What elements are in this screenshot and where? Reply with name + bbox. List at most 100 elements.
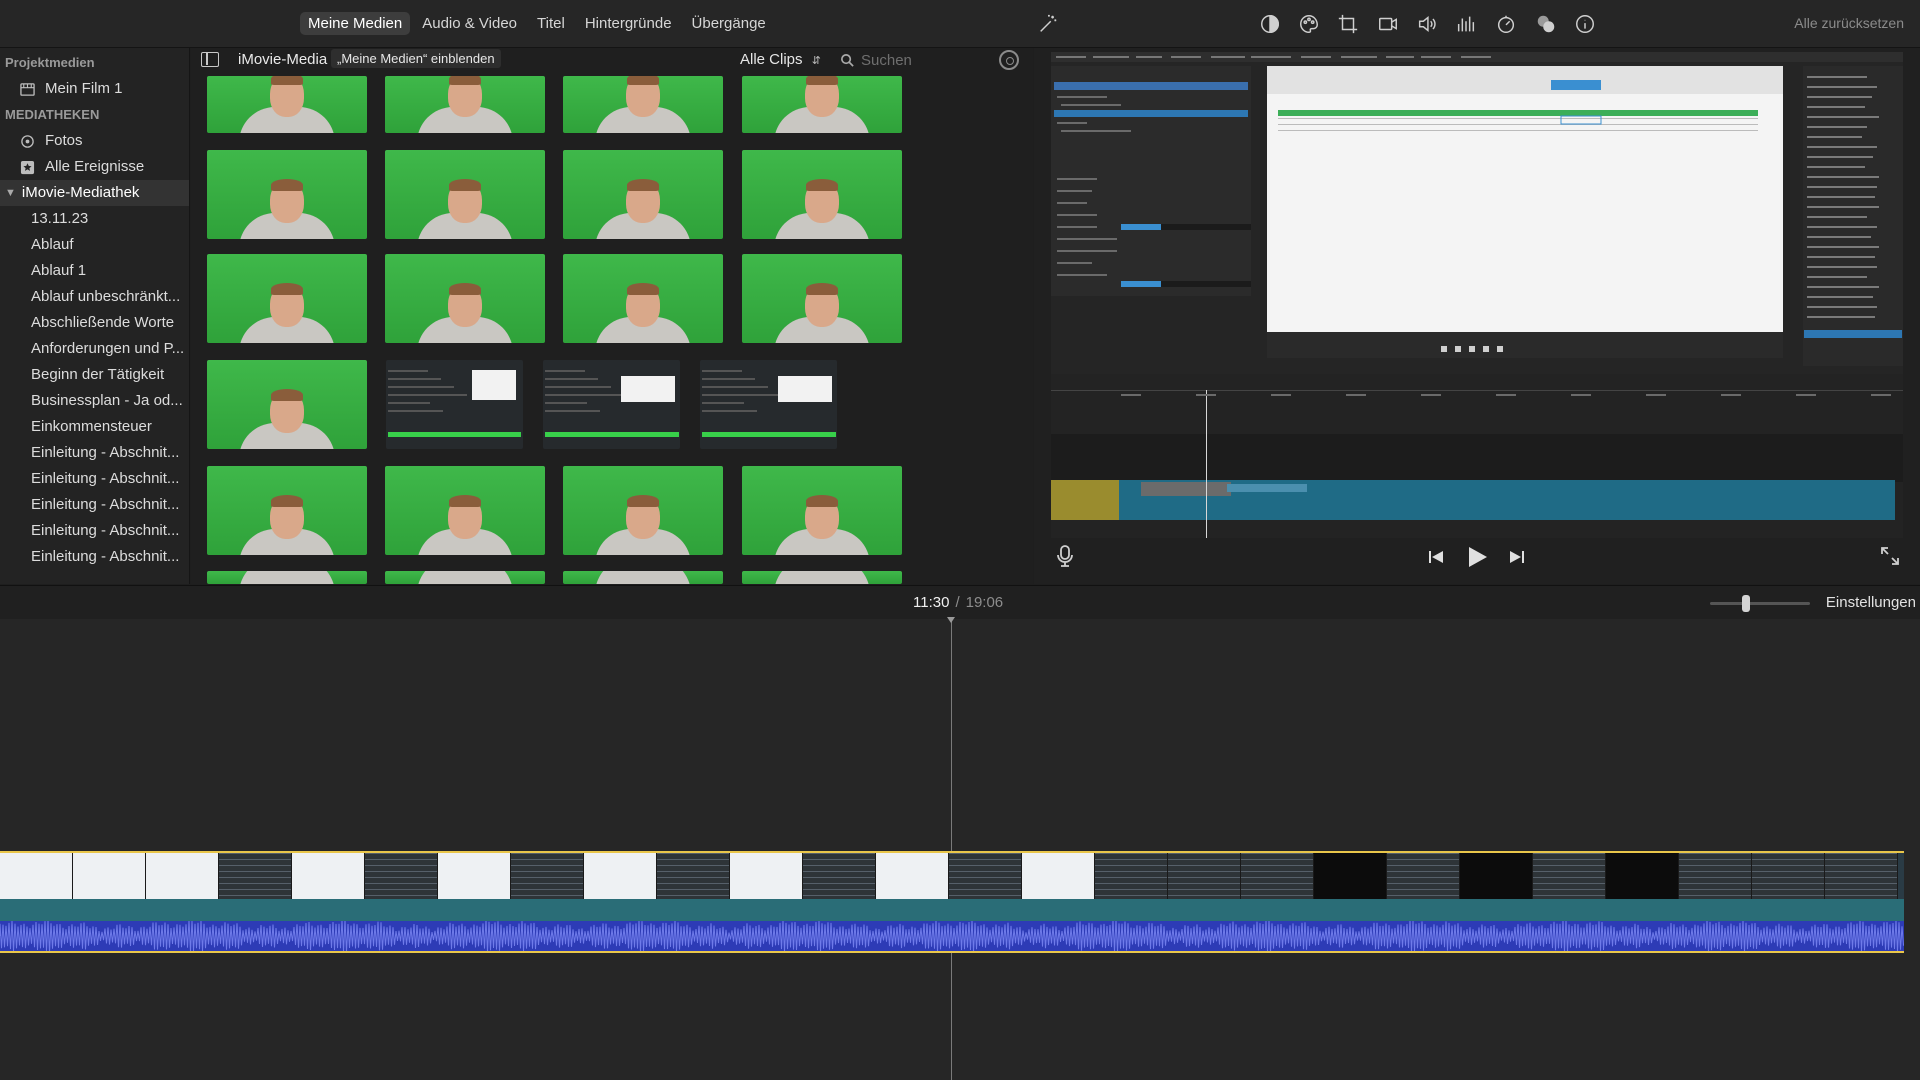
greenscreen-clip-thumbnail[interactable] [207, 150, 367, 239]
filmstrip-frame [511, 853, 584, 899]
greenscreen-clip-thumbnail[interactable] [742, 571, 902, 584]
sidebar-item-label: iMovie-Mediathek [21, 184, 140, 201]
filmstrip-frame [1095, 853, 1168, 899]
presenter-figure [774, 283, 870, 343]
greenscreen-clip-thumbnail[interactable] [742, 150, 902, 239]
greenscreen-clip-thumbnail[interactable] [207, 571, 367, 584]
sidebar-item-event[interactable]: Einleitung - Abschnit... [0, 440, 189, 466]
sidebar-item-event[interactable]: Einkommensteuer [0, 414, 189, 440]
zoom-slider-knob[interactable] [1742, 595, 1750, 612]
timeline-clip[interactable] [0, 851, 1904, 953]
tab-titles[interactable]: Titel [529, 12, 573, 35]
sidebar-item-library[interactable]: ▼ iMovie-Mediathek [0, 180, 189, 206]
settings-button[interactable]: Einstellungen [1826, 594, 1916, 611]
reset-all-button[interactable]: Alle zurücksetzen [1794, 15, 1904, 31]
sidebar-item-event[interactable]: Abschließende Worte [0, 310, 189, 336]
library-sidebar: Projektmedien Mein Film 1 MEDIATHEKEN Fo… [0, 48, 190, 584]
crop-icon[interactable] [1336, 12, 1360, 36]
screen-recording-clip-thumbnail[interactable] [386, 360, 523, 449]
sidebar-item-event[interactable]: Ablauf [0, 232, 189, 258]
tab-transitions[interactable]: Übergänge [684, 12, 774, 35]
presenter-figure [239, 389, 335, 449]
clip-filter-select[interactable]: Alle Clips ⇵ [740, 51, 821, 68]
volume-icon[interactable] [1415, 12, 1439, 36]
greenscreen-clip-thumbnail[interactable] [563, 571, 723, 584]
sidebar-item-event[interactable]: Beginn der Tätigkeit [0, 362, 189, 388]
filmstrip-frame [1752, 853, 1825, 899]
search-input[interactable] [861, 51, 981, 69]
presenter-figure [595, 495, 691, 555]
sidebar-toggle-icon[interactable] [201, 52, 219, 67]
timeline-zoom-slider[interactable] [1710, 595, 1810, 612]
greenscreen-clip-thumbnail[interactable] [563, 76, 723, 133]
sidebar-item-event[interactable]: Einleitung - Abschnit... [0, 492, 189, 518]
presenter-figure [774, 179, 870, 239]
fullscreen-icon[interactable] [1880, 546, 1900, 566]
greenscreen-clip-thumbnail[interactable] [207, 360, 367, 449]
greenscreen-clip-thumbnail[interactable] [385, 466, 545, 555]
greenscreen-clip-thumbnail[interactable] [385, 76, 545, 133]
filmstrip-frame [219, 853, 292, 899]
timeline[interactable] [0, 617, 1920, 1080]
microphone-icon[interactable] [1056, 544, 1074, 568]
presenter-figure [595, 283, 691, 343]
sidebar-item-project[interactable]: Mein Film 1 [0, 76, 189, 102]
presenter-figure [595, 76, 691, 133]
playhead-handle[interactable] [947, 617, 955, 623]
audio-waveform[interactable] [0, 919, 1904, 951]
greenscreen-clip-thumbnail[interactable] [207, 466, 367, 555]
screen-recording-clip-thumbnail[interactable] [700, 360, 837, 449]
time-separator: / [955, 594, 960, 611]
screen-recording-clip-thumbnail[interactable] [543, 360, 680, 449]
equalizer-icon[interactable] [1454, 12, 1478, 36]
magic-wand-icon[interactable] [1036, 12, 1060, 36]
greenscreen-clip-thumbnail[interactable] [742, 466, 902, 555]
search-field[interactable] [840, 49, 990, 71]
greenscreen-clip-thumbnail[interactable] [385, 571, 545, 584]
sidebar-item-event[interactable]: 13.11.23 [0, 206, 189, 232]
tab-audio-video[interactable]: Audio & Video [414, 12, 525, 35]
sidebar-item-event[interactable]: Ablauf 1 [0, 258, 189, 284]
event-list: 13.11.23 Ablauf Ablauf 1 Ablauf unbeschränk… [0, 206, 189, 570]
presenter-figure [239, 76, 335, 133]
chevron-down-icon[interactable]: ▼ [5, 180, 16, 206]
sidebar-item-event[interactable]: Einleitung - Abschnit... [0, 544, 189, 570]
stabilization-icon[interactable] [1376, 12, 1400, 36]
total-time: 19:06 [965, 594, 1004, 611]
tab-my-media[interactable]: Meine Medien [300, 12, 411, 35]
sidebar-item-all-events[interactable]: Alle Ereignisse [0, 154, 189, 180]
playhead[interactable] [951, 619, 952, 1080]
greenscreen-clip-thumbnail[interactable] [742, 254, 902, 343]
sidebar-item-event[interactable]: Einleitung - Abschnit... [0, 518, 189, 544]
filmstrip-frame [146, 853, 219, 899]
tab-backgrounds[interactable]: Hintergründe [577, 12, 680, 35]
skip-forward-icon[interactable] [1504, 544, 1530, 570]
sidebar-item-photos[interactable]: Fotos [0, 128, 189, 154]
greenscreen-clip-thumbnail[interactable] [563, 466, 723, 555]
gear-icon[interactable] [999, 50, 1019, 70]
sidebar-item-event[interactable]: Ablauf unbeschränkt... [0, 284, 189, 310]
greenscreen-clip-thumbnail[interactable] [563, 254, 723, 343]
presenter-figure [239, 495, 335, 555]
greenscreen-clip-thumbnail[interactable] [385, 150, 545, 239]
timeline-header: 11:30 / 19:06 Einstellungen [0, 585, 1920, 619]
sidebar-item-event[interactable]: Anforderungen und P... [0, 336, 189, 362]
play-icon[interactable] [1464, 544, 1490, 570]
greenscreen-clip-thumbnail[interactable] [385, 254, 545, 343]
sidebar-item-event[interactable]: Businessplan - Ja od... [0, 388, 189, 414]
skip-back-icon[interactable] [1423, 544, 1449, 570]
presenter-figure [417, 283, 513, 343]
speed-icon[interactable] [1494, 12, 1518, 36]
top-toolbar: Meine Medien Audio & Video Titel Hinterg… [0, 0, 1920, 48]
color-balance-icon[interactable] [1258, 12, 1282, 36]
greenscreen-clip-thumbnail[interactable] [563, 150, 723, 239]
sidebar-item-label: Mein Film 1 [45, 80, 123, 97]
sidebar-item-event[interactable]: Einleitung - Abschnit... [0, 466, 189, 492]
info-icon[interactable] [1573, 12, 1597, 36]
greenscreen-clip-thumbnail[interactable] [207, 254, 367, 343]
color-palette-icon[interactable] [1297, 12, 1321, 36]
overlay-icon[interactable] [1534, 12, 1558, 36]
star-icon [19, 159, 35, 175]
greenscreen-clip-thumbnail[interactable] [742, 76, 902, 133]
greenscreen-clip-thumbnail[interactable] [207, 76, 367, 133]
